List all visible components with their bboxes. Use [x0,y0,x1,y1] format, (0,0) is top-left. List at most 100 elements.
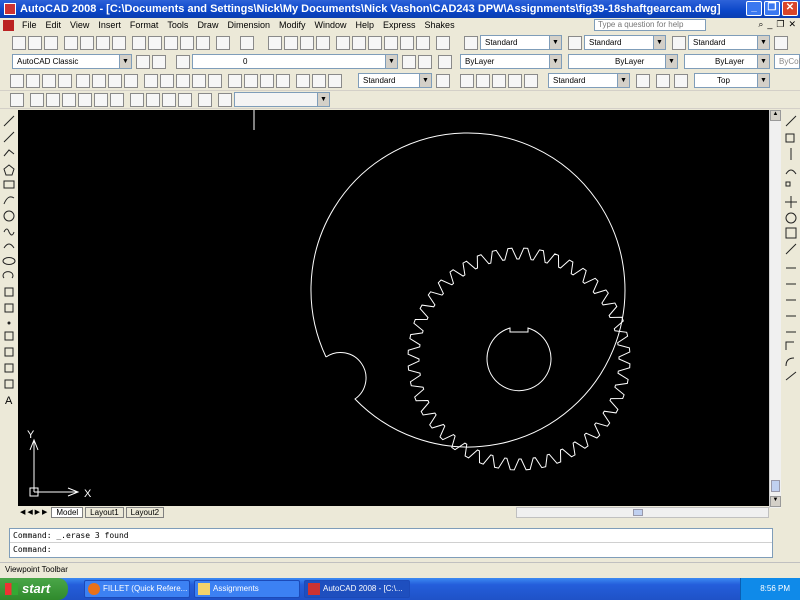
workspace-lock-icon[interactable] [152,55,166,69]
undo-icon[interactable] [216,36,230,50]
taskbar-assignments-window[interactable]: Assignments [194,580,300,598]
named-view-icon[interactable] [10,93,24,107]
zoom-previous-icon[interactable] [316,36,330,50]
jogged-linear-icon[interactable] [276,74,290,88]
menu-view[interactable]: View [66,20,94,30]
diameter-dim-icon[interactable] [108,74,122,88]
scroll-down-icon[interactable]: ▼ [770,496,781,507]
ucs-origin-icon[interactable] [218,93,232,107]
text-style-icon[interactable] [464,36,478,50]
markup-icon[interactable] [400,36,414,50]
sw-iso-icon[interactable] [130,93,144,107]
dim-space-icon[interactable] [192,74,206,88]
layer-select[interactable]: 0 ▼ [192,54,398,69]
scroll-up-icon[interactable]: ▲ [770,110,781,121]
plot-style-select[interactable]: ByColor [774,54,800,69]
tab-nav-arrows[interactable]: ◀ ◀ ▶ ▶ [18,508,49,516]
vertical-scrollbar[interactable]: ▲ ▼ [769,110,781,508]
cut-icon[interactable] [132,36,146,50]
front-view-icon[interactable] [94,93,108,107]
paste-icon[interactable] [164,36,178,50]
plot-preview-icon[interactable] [80,36,94,50]
shaft-keyway[interactable] [486,327,552,392]
menu-express[interactable]: Express [379,20,421,30]
start-button[interactable]: start [0,578,68,600]
color-select[interactable]: ByLayer ▼ [460,54,562,69]
jogged-icon[interactable] [92,74,106,88]
horizontal-scroll-thumb[interactable] [633,509,643,516]
mleader-style-select[interactable]: Standard ▼ [548,73,630,88]
ne-iso-icon[interactable] [162,93,176,107]
workspace-select[interactable]: AutoCAD Classic ▼ [12,54,132,69]
zoom-window-icon[interactable] [300,36,314,50]
inspection-icon[interactable] [260,74,274,88]
3d-dwf-icon[interactable] [112,36,126,50]
right-view-icon[interactable] [78,93,92,107]
dim-break-icon[interactable] [208,74,222,88]
doc-restore-button[interactable]: ❐ [776,19,784,30]
view-select[interactable]: Top ▼ [694,73,770,88]
view-previous-icon[interactable] [674,74,688,88]
tab-model[interactable]: Model [51,506,84,518]
linear-dim-icon[interactable] [10,74,24,88]
redo-icon[interactable] [240,36,254,50]
layer-states-icon[interactable] [438,55,452,69]
menu-file[interactable]: File [18,20,42,30]
cam-outline[interactable] [310,132,626,448]
menu-tools[interactable]: Tools [163,20,193,30]
properties-icon[interactable] [336,36,350,50]
bottom-view-icon[interactable] [46,93,60,107]
close-button[interactable]: ✕ [782,1,798,16]
restore-button[interactable]: ❐ [764,1,780,16]
multileader-icon[interactable] [460,74,474,88]
mleader-style-icon[interactable] [774,36,788,50]
arc-length-icon[interactable] [42,74,56,88]
dim-style-manager-icon[interactable] [436,74,450,88]
menu-format[interactable]: Format [126,20,164,30]
plot-icon[interactable] [64,36,78,50]
tab-layout1[interactable]: Layout1 [85,506,124,518]
center-mark-icon[interactable] [244,74,258,88]
continue-dim-icon[interactable] [176,74,190,88]
dim-style-control-select[interactable]: Standard ▼ [358,73,432,88]
document-icon[interactable] [3,19,14,31]
linetype-select[interactable]: ByLayer ▼ [568,54,678,69]
menu-help[interactable]: Help [352,20,380,30]
zoom-realtime-icon[interactable] [284,36,298,50]
command-prompt-input[interactable]: Command: [10,543,772,557]
collect-leaders-icon[interactable] [524,74,538,88]
doc-minimize-button[interactable]: _ [767,19,772,30]
help-search-input[interactable]: Type a question for help [594,19,706,31]
aligned-dim-icon[interactable] [26,74,40,88]
remove-leader-icon[interactable] [492,74,506,88]
radius-dim-icon[interactable] [76,74,90,88]
match-properties-icon[interactable] [180,36,194,50]
calculator-icon[interactable] [416,36,430,50]
publish-icon[interactable] [96,36,110,50]
block-editor-icon[interactable] [196,36,210,50]
dim-style-select[interactable]: Standard ▼ [584,35,666,50]
text-style-select[interactable]: Standard ▼ [480,35,562,50]
horizontal-scrollbar[interactable] [516,507,769,518]
menu-draw[interactable]: Draw [193,20,223,30]
nw-iso-icon[interactable] [178,93,192,107]
left-view-icon[interactable] [62,93,76,107]
layer-previous-icon[interactable] [418,55,432,69]
design-center-icon[interactable] [352,36,366,50]
menu-edit[interactable]: Edit [42,20,67,30]
make-object-layer-current-icon[interactable] [402,55,416,69]
doc-close-button[interactable]: ✕ [788,19,796,30]
tab-layout2[interactable]: Layout2 [125,506,165,518]
drawing-canvas[interactable]: Y X [18,110,770,508]
add-leader-icon[interactable] [476,74,490,88]
table-style-icon[interactable] [672,36,686,50]
pan-icon[interactable] [268,36,282,50]
open-icon[interactable] [28,36,42,50]
camera-icon[interactable] [198,93,212,107]
tolerance-icon[interactable] [228,74,242,88]
workspace-settings-icon[interactable] [136,55,150,69]
dim-style-icon[interactable] [568,36,582,50]
new-icon[interactable] [12,36,26,50]
drawing-svg[interactable]: Y X [18,110,770,508]
angular-dim-icon[interactable] [124,74,138,88]
